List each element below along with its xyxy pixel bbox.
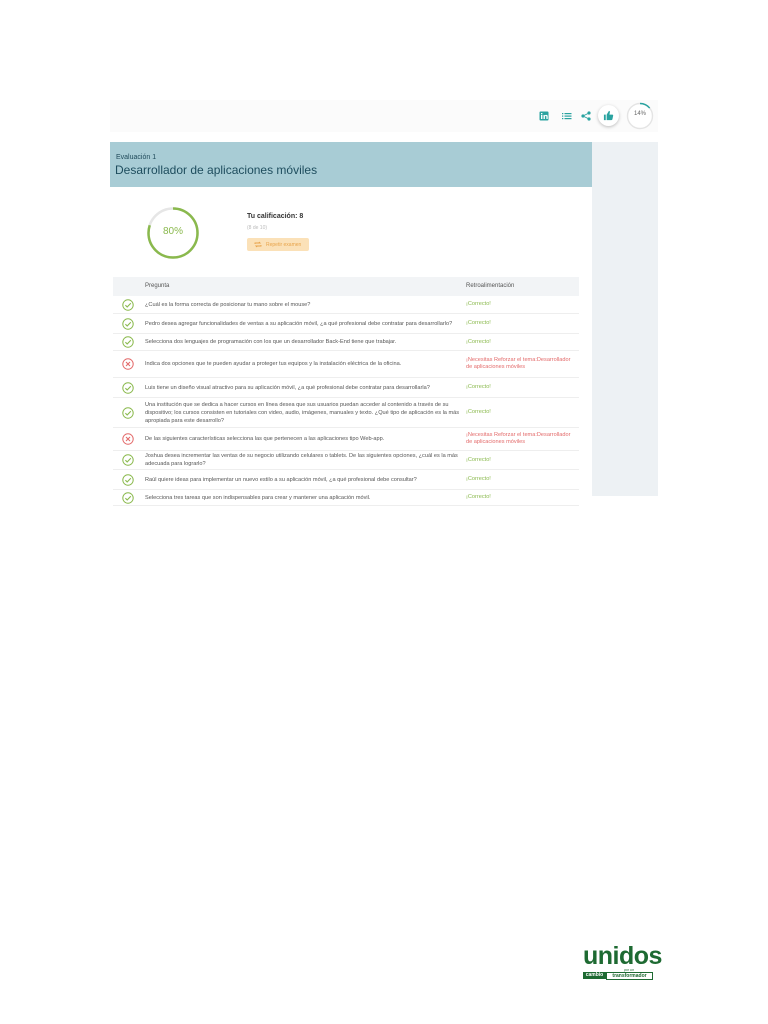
table-row: De las siguientes características selecc… bbox=[113, 428, 579, 451]
question-text: ¿Cuál es la forma correcta de posicionar… bbox=[145, 301, 311, 308]
check-circle-icon bbox=[122, 298, 134, 311]
unidos-logo: unidos por un cambio transformador bbox=[583, 944, 662, 980]
feedback-text: ¡Correcto! bbox=[466, 494, 491, 500]
score-title: Tu calificación: 8 bbox=[247, 213, 304, 220]
table-row: Selecciona tres tareas que son indispens… bbox=[113, 490, 579, 506]
x-circle-icon bbox=[122, 358, 134, 370]
question-text: De las siguientes características selecc… bbox=[145, 436, 385, 442]
logo-band: cambio transformador bbox=[583, 972, 653, 980]
question-text: Indica dos opciones que te pueden ayudar… bbox=[145, 361, 402, 367]
retry-exam-label: Repetir examen bbox=[266, 242, 302, 248]
list-icon[interactable] bbox=[561, 110, 573, 122]
repeat-icon bbox=[254, 241, 262, 248]
table-row: Luis tiene un diseño visual atractivo pa… bbox=[113, 378, 579, 398]
check-circle-icon bbox=[122, 317, 134, 330]
logo-wordmark: unidos bbox=[583, 942, 662, 970]
page-title: Desarrollador de aplicaciones móviles bbox=[115, 163, 318, 177]
score-subtitle: (8 de 10) bbox=[247, 225, 268, 231]
check-circle-icon bbox=[122, 336, 134, 348]
check-circle-icon bbox=[122, 406, 134, 419]
linkedin-icon[interactable] bbox=[538, 110, 550, 122]
feedback-text: ¡Correcto! bbox=[466, 476, 491, 482]
course-progress-label: 14% bbox=[633, 111, 646, 117]
course-header: Evaluación 1 Desarrollador de aplicacion… bbox=[110, 142, 592, 187]
table-row: Raúl quiere ideas para implementar un nu… bbox=[113, 470, 579, 490]
score-percent: 80% bbox=[162, 226, 183, 237]
thumbs-up-icon bbox=[603, 110, 614, 121]
feedback-text: ¡Correcto! bbox=[466, 456, 491, 463]
check-circle-icon bbox=[122, 454, 134, 466]
table-row: ¿Cuál es la forma correcta de posicionar… bbox=[113, 296, 579, 314]
logo-band-left: cambio bbox=[583, 972, 606, 979]
table-body: ¿Cuál es la forma correcta de posicionar… bbox=[113, 296, 579, 506]
table-header: Pregunta Retroalimentación bbox=[113, 277, 579, 296]
column-header-question: Pregunta bbox=[145, 283, 170, 289]
x-circle-icon bbox=[122, 433, 134, 445]
side-panel bbox=[592, 142, 658, 496]
question-text: Pedro desea agregar funcionalidades de v… bbox=[145, 320, 453, 327]
check-circle-icon bbox=[122, 473, 134, 486]
question-text: Selecciona dos lenguajes de programación… bbox=[145, 339, 397, 345]
top-toolbar: 14% bbox=[110, 100, 658, 132]
share-icon[interactable] bbox=[580, 110, 592, 122]
table-row: Selecciona dos lenguajes de programación… bbox=[113, 334, 579, 351]
check-circle-icon bbox=[122, 381, 134, 394]
feedback-text: ¡Correcto! bbox=[466, 301, 491, 307]
table-row: Indica dos opciones que te pueden ayudar… bbox=[113, 351, 579, 378]
results-table: Pregunta Retroalimentación ¿Cuál es la f… bbox=[113, 277, 579, 506]
feedback-text: ¡Necesitas Reforzar el tema:Desarrollado… bbox=[466, 432, 571, 445]
logo-band-right: transformador bbox=[606, 972, 653, 980]
table-row: Pedro desea agregar funcionalidades de v… bbox=[113, 314, 579, 334]
table-row: Joshua desea incrementar las ventas de s… bbox=[113, 451, 579, 470]
retry-exam-button[interactable]: Repetir examen bbox=[247, 238, 309, 251]
screenshot-frame: 14% Evaluación 1 Desarrollador de aplica… bbox=[110, 100, 658, 506]
check-circle-icon bbox=[122, 491, 134, 504]
question-text: Luis tiene un diseño visual atractivo pa… bbox=[145, 384, 430, 391]
feedback-text: ¡Necesitas Reforzar el tema:Desarrollado… bbox=[466, 357, 571, 370]
question-text: Raúl quiere ideas para implementar un nu… bbox=[145, 476, 417, 483]
evaluation-label: Evaluación 1 bbox=[116, 154, 157, 161]
feedback-text: ¡Correcto! bbox=[466, 320, 491, 326]
question-text: Una institución que se dedica a hacer cu… bbox=[145, 401, 460, 424]
feedback-text: ¡Correcto! bbox=[466, 409, 491, 415]
question-text: Selecciona tres tareas que son indispens… bbox=[145, 494, 371, 501]
column-header-feedback: Retroalimentación bbox=[466, 283, 515, 289]
question-text: Joshua desea incrementar las ventas de s… bbox=[145, 453, 458, 467]
feedback-text: ¡Correcto! bbox=[466, 338, 491, 345]
like-button[interactable] bbox=[598, 105, 619, 126]
feedback-text: ¡Correcto! bbox=[466, 384, 491, 390]
results-panel: 80% Tu calificación: 8 (8 de 10) Repetir… bbox=[110, 187, 592, 506]
table-row: Una institución que se dedica a hacer cu… bbox=[113, 398, 579, 428]
